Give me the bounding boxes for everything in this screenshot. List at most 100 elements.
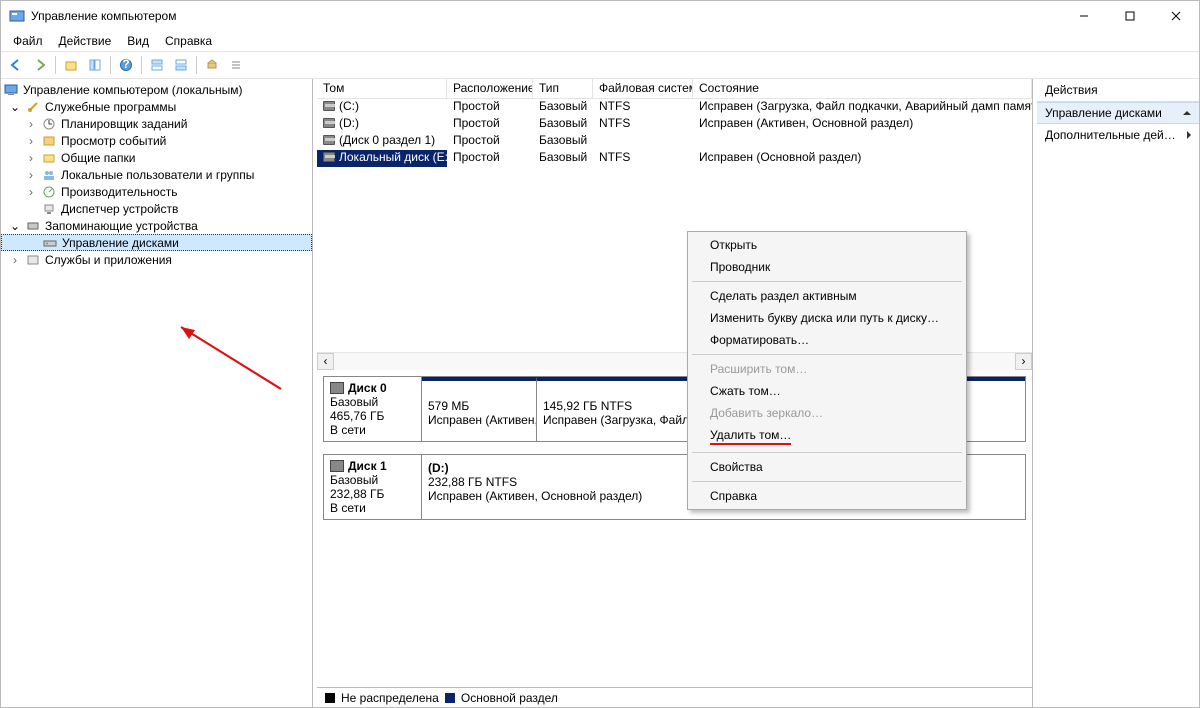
volume-row[interactable]: (C:) Простой Базовый NTFS Исправен (Загр… bbox=[317, 99, 1032, 116]
menu-view[interactable]: Вид bbox=[119, 32, 157, 50]
tree-root[interactable]: Управление компьютером (локальным) bbox=[1, 81, 312, 98]
legend-unallocated-label: Не распределена bbox=[341, 691, 439, 705]
clock-icon bbox=[41, 116, 57, 132]
expand-icon[interactable]: › bbox=[23, 116, 39, 132]
col-filesystem[interactable]: Файловая система bbox=[593, 79, 693, 98]
col-status[interactable]: Состояние bbox=[693, 79, 1032, 98]
volume-list-header: Том Расположение Тип Файловая система Со… bbox=[317, 79, 1032, 99]
ctx-help[interactable]: Справка bbox=[690, 485, 964, 507]
back-button[interactable] bbox=[5, 54, 27, 76]
scroll-left-button[interactable]: ‹ bbox=[317, 353, 334, 370]
ctx-explorer[interactable]: Проводник bbox=[690, 256, 964, 278]
volume-icon bbox=[323, 101, 335, 111]
client-area: Управление компьютером (локальным) ⌄ Слу… bbox=[1, 79, 1199, 707]
scroll-right-button[interactable]: › bbox=[1015, 353, 1032, 370]
settings-button[interactable] bbox=[201, 54, 223, 76]
ctx-properties[interactable]: Свойства bbox=[690, 456, 964, 478]
services-icon bbox=[25, 252, 41, 268]
disk-icon bbox=[330, 382, 344, 394]
expand-icon[interactable]: › bbox=[23, 133, 39, 149]
ctx-open[interactable]: Открыть bbox=[690, 234, 964, 256]
tree-performance[interactable]: › Производительность bbox=[1, 183, 312, 200]
expand-icon[interactable]: › bbox=[7, 252, 23, 268]
tools-icon bbox=[25, 99, 41, 115]
expand-icon[interactable]: › bbox=[23, 150, 39, 166]
volume-icon bbox=[323, 152, 335, 162]
context-menu: Открыть Проводник Сделать раздел активны… bbox=[687, 231, 967, 510]
tree-event-viewer[interactable]: › Просмотр событий bbox=[1, 132, 312, 149]
window: Управление компьютером Файл Действие Вид… bbox=[0, 0, 1200, 708]
col-type[interactable]: Тип bbox=[533, 79, 593, 98]
tree-system-tools[interactable]: ⌄ Служебные программы bbox=[1, 98, 312, 115]
menu-action[interactable]: Действие bbox=[51, 32, 120, 50]
view-bottom-button[interactable] bbox=[170, 54, 192, 76]
disk-0-label[interactable]: Диск 0 Базовый 465,76 ГБ В сети bbox=[323, 376, 421, 442]
help-button[interactable]: ? bbox=[115, 54, 137, 76]
disk-icon bbox=[330, 460, 344, 472]
ctx-make-active[interactable]: Сделать раздел активным bbox=[690, 285, 964, 307]
up-button[interactable] bbox=[60, 54, 82, 76]
computer-icon bbox=[3, 82, 19, 98]
ctx-shrink[interactable]: Сжать том… bbox=[690, 380, 964, 402]
collapse-icon[interactable]: ⌄ bbox=[7, 218, 23, 234]
legend: Не распределена Основной раздел bbox=[317, 687, 1032, 707]
tree-local-users[interactable]: › Локальные пользователи и группы bbox=[1, 166, 312, 183]
menubar: Файл Действие Вид Справка bbox=[1, 31, 1199, 51]
view-top-button[interactable] bbox=[146, 54, 168, 76]
device-icon bbox=[41, 201, 57, 217]
storage-icon bbox=[25, 218, 41, 234]
toolbar: ? bbox=[1, 51, 1199, 79]
volume-icon bbox=[323, 135, 335, 145]
titlebar: Управление компьютером bbox=[1, 1, 1199, 31]
tree-storage[interactable]: ⌄ Запоминающие устройства bbox=[1, 217, 312, 234]
disk-icon bbox=[42, 235, 58, 251]
tree-disk-management[interactable]: Управление дисками bbox=[1, 234, 312, 251]
ctx-extend: Расширить том… bbox=[690, 358, 964, 380]
console-tree[interactable]: Управление компьютером (локальным) ⌄ Слу… bbox=[1, 79, 313, 707]
actions-pane: Действия Управление дисками Дополнительн… bbox=[1037, 79, 1199, 707]
legend-primary-swatch bbox=[445, 693, 455, 703]
ctx-change-letter[interactable]: Изменить букву диска или путь к диску… bbox=[690, 307, 964, 329]
chevron-right-icon bbox=[1187, 131, 1191, 139]
minimize-button[interactable] bbox=[1061, 1, 1107, 31]
disk-0-partition-1[interactable]: 579 МБИсправен (Активен, С bbox=[422, 377, 537, 441]
svg-text:?: ? bbox=[122, 58, 129, 71]
collapse-icon bbox=[1183, 111, 1191, 115]
disk-management-pane: Том Расположение Тип Файловая система Со… bbox=[317, 79, 1033, 707]
collapse-icon[interactable]: ⌄ bbox=[7, 99, 23, 115]
volume-row[interactable]: (Диск 0 раздел 1) Простой Базовый bbox=[317, 133, 1032, 150]
menu-file[interactable]: Файл bbox=[5, 32, 51, 50]
disk-1-label[interactable]: Диск 1 Базовый 232,88 ГБ В сети bbox=[323, 454, 421, 520]
volume-row-selected[interactable]: Локальный диск (E:) Простой Базовый NTFS… bbox=[317, 150, 1032, 167]
volume-row[interactable]: (D:) Простой Базовый NTFS Исправен (Акти… bbox=[317, 116, 1032, 133]
expand-icon[interactable]: › bbox=[23, 167, 39, 183]
ctx-add-mirror: Добавить зеркало… bbox=[690, 402, 964, 424]
actions-more[interactable]: Дополнительные дей… bbox=[1037, 124, 1199, 146]
users-icon bbox=[41, 167, 57, 183]
volume-icon bbox=[323, 118, 335, 128]
window-controls bbox=[1061, 1, 1199, 31]
folder-icon bbox=[41, 150, 57, 166]
tree-task-scheduler[interactable]: › Планировщик заданий bbox=[1, 115, 312, 132]
forward-button[interactable] bbox=[29, 54, 51, 76]
col-volume[interactable]: Том bbox=[317, 79, 447, 98]
app-icon bbox=[9, 8, 25, 24]
close-button[interactable] bbox=[1153, 1, 1199, 31]
col-layout[interactable]: Расположение bbox=[447, 79, 533, 98]
tree-shared-folders[interactable]: › Общие папки bbox=[1, 149, 312, 166]
menu-help[interactable]: Справка bbox=[157, 32, 220, 50]
ctx-format[interactable]: Форматировать… bbox=[690, 329, 964, 351]
event-icon bbox=[41, 133, 57, 149]
performance-icon bbox=[41, 184, 57, 200]
list-button[interactable] bbox=[225, 54, 247, 76]
legend-primary-label: Основной раздел bbox=[461, 691, 558, 705]
window-title: Управление компьютером bbox=[31, 9, 1061, 23]
actions-selected-node[interactable]: Управление дисками bbox=[1037, 102, 1199, 124]
tree-device-manager[interactable]: Диспетчер устройств bbox=[1, 200, 312, 217]
maximize-button[interactable] bbox=[1107, 1, 1153, 31]
tree-services-apps[interactable]: › Службы и приложения bbox=[1, 251, 312, 268]
legend-unallocated-swatch bbox=[325, 693, 335, 703]
show-hide-tree-button[interactable] bbox=[84, 54, 106, 76]
expand-icon[interactable]: › bbox=[23, 184, 39, 200]
ctx-delete-volume[interactable]: Удалить том… bbox=[690, 424, 964, 449]
